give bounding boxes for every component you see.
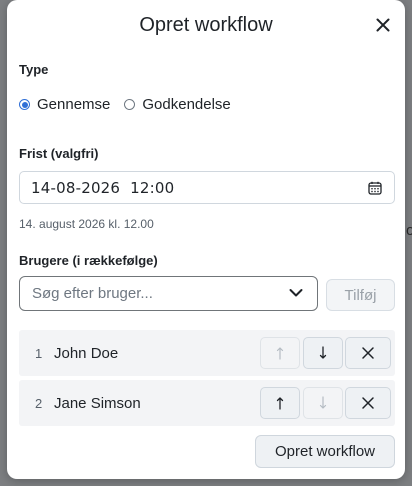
- user-name: Jane Simson: [54, 394, 141, 412]
- create-workflow-dialog: Opret workflow Type Gennemse Godkendelse…: [7, 0, 405, 479]
- deadline-label: Frist (valgfri): [19, 146, 99, 161]
- user-search-select[interactable]: Søg efter bruger...: [19, 276, 318, 311]
- add-user-button[interactable]: Tilføj: [326, 279, 395, 311]
- deadline-value: 14-08-2026 12:00: [31, 178, 175, 197]
- radio-gennemse-label: Gennemse: [37, 96, 111, 113]
- remove-icon: [362, 397, 374, 409]
- user-order-number: 2: [35, 395, 43, 411]
- move-up-button[interactable]: [260, 387, 300, 419]
- user-name: John Doe: [54, 344, 119, 362]
- dialog-title: Opret workflow: [139, 14, 273, 36]
- remove-user-button[interactable]: [345, 387, 391, 419]
- calendar-icon[interactable]: [368, 181, 382, 195]
- backdrop-content-peek: o: [406, 222, 412, 239]
- arrow-up-icon: [276, 397, 284, 410]
- user-list-item: 1 John Doe: [19, 330, 395, 376]
- arrow-down-icon: [319, 396, 327, 409]
- deadline-datetime-input[interactable]: 14-08-2026 12:00: [19, 171, 395, 204]
- remove-icon: [362, 347, 374, 359]
- radio-gennemse-indicator[interactable]: [19, 99, 30, 110]
- user-order-number: 1: [35, 345, 43, 361]
- chevron-down-icon[interactable]: [289, 288, 303, 298]
- radio-gennemse[interactable]: Gennemse: [19, 96, 110, 113]
- users-label: Brugere (i rækkefølge): [19, 253, 158, 268]
- create-workflow-button[interactable]: Opret workflow: [255, 435, 395, 468]
- move-down-button[interactable]: [303, 337, 343, 369]
- radio-godkendelse-label: Godkendelse: [142, 96, 231, 113]
- user-search-placeholder: Søg efter bruger...: [32, 285, 153, 302]
- type-label: Type: [19, 62, 49, 77]
- arrow-up-icon: [276, 347, 284, 360]
- close-button[interactable]: [371, 13, 395, 37]
- move-up-button[interactable]: [260, 337, 300, 369]
- remove-user-button[interactable]: [345, 337, 391, 369]
- radio-godkendelse[interactable]: Godkendelse: [124, 96, 231, 113]
- user-list-item: 2 Jane Simson: [19, 380, 395, 426]
- radio-godkendelse-indicator[interactable]: [124, 99, 136, 110]
- type-radio-group: Gennemse Godkendelse: [19, 96, 245, 113]
- arrow-down-icon: [319, 346, 327, 359]
- close-icon: [376, 18, 390, 32]
- deadline-hint: 14. august 2026 kl. 12.00: [19, 217, 154, 231]
- move-down-button[interactable]: [303, 387, 343, 419]
